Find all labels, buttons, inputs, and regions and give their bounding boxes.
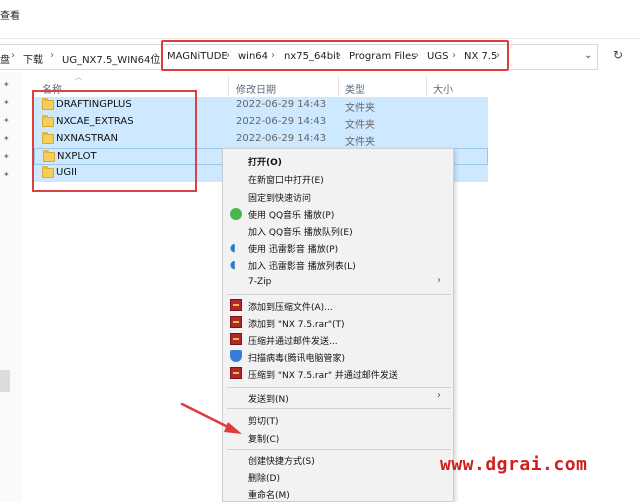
menu-item-send-to[interactable]: 发送到(N): [248, 392, 289, 405]
menu-item-create-shortcut[interactable]: 创建快捷方式(S): [248, 454, 315, 467]
menu-item-pin-quick-access[interactable]: 固定到快速访问: [248, 191, 311, 204]
pin-icon[interactable]: ✦: [3, 116, 10, 125]
address-history-dropdown-icon[interactable]: ⌄: [584, 50, 592, 61]
menu-item-cut[interactable]: 剪切(T): [248, 414, 279, 427]
menu-item-open[interactable]: 打开(O): [248, 155, 282, 168]
file-type: 文件夹: [345, 103, 375, 114]
menu-item-scan-virus[interactable]: 扫描病毒(腾讯电脑管家): [248, 351, 345, 364]
menu-item-qq-queue[interactable]: 加入 QQ音乐 播放队列(E): [248, 225, 353, 238]
watermark: www.dgrai.com: [440, 454, 588, 475]
annotation-path-highlight: [161, 40, 509, 71]
column-divider[interactable]: [426, 76, 427, 96]
pin-icon[interactable]: ✦: [3, 170, 10, 179]
chevron-right-icon: ›: [50, 50, 54, 61]
refresh-icon[interactable]: ↻: [608, 48, 628, 66]
ribbon: [0, 0, 640, 39]
menu-separator: [227, 408, 451, 409]
column-header-modified[interactable]: 修改日期: [236, 81, 276, 96]
chevron-right-icon: ›: [437, 275, 441, 286]
shield-icon: [230, 350, 242, 362]
context-menu: 打开(O) 在新窗口中打开(E) 固定到快速访问 使用 QQ音乐 播放(P) 加…: [222, 148, 454, 502]
chevron-right-icon: ›: [154, 50, 158, 61]
menu-item-delete[interactable]: 删除(D): [248, 471, 280, 484]
file-date: 2022-06-29 14:43: [236, 99, 327, 110]
ribbon-view-tab[interactable]: 查看: [0, 7, 20, 22]
file-date: 2022-06-29 14:43: [236, 133, 327, 144]
breadcrumb-drive[interactable]: 盘: [0, 51, 10, 66]
menu-item-compress-rar-email[interactable]: 压缩到 "NX 7.5.rar" 并通过邮件发送: [248, 368, 398, 381]
column-header-size[interactable]: 大小: [433, 81, 453, 96]
menu-item-add-archive[interactable]: 添加到压缩文件(A)...: [248, 300, 333, 313]
breadcrumb-downloads[interactable]: 下载: [23, 51, 43, 66]
column-header-type[interactable]: 类型: [345, 81, 365, 96]
pin-icon[interactable]: ✦: [3, 152, 10, 161]
rar-icon: [230, 299, 242, 311]
xunlei-icon: ◖: [230, 241, 236, 254]
breadcrumb-ug-folder[interactable]: UG_NX7.5_WIN64位: [62, 51, 160, 66]
pin-icon[interactable]: ✦: [3, 98, 10, 107]
menu-item-compress-email[interactable]: 压缩并通过邮件发送...: [248, 334, 338, 347]
file-type: 文件夹: [345, 137, 375, 148]
qq-music-icon: [230, 208, 242, 220]
rar-icon: [230, 316, 242, 328]
menu-item-qq-play[interactable]: 使用 QQ音乐 播放(P): [248, 208, 334, 221]
chevron-right-icon: ›: [437, 390, 441, 401]
rar-icon: [230, 367, 242, 379]
menu-item-rename[interactable]: 重命名(M): [248, 488, 290, 501]
annotation-files-highlight: [32, 90, 197, 192]
pin-icon[interactable]: ✦: [3, 134, 10, 143]
file-date: 2022-06-29 14:43: [236, 116, 327, 127]
file-type: 文件夹: [345, 120, 375, 131]
navigation-pane: ✦ ✦ ✦ ✦ ✦ ✦: [0, 72, 22, 502]
sort-arrow-icon: ︿: [75, 73, 82, 81]
column-divider[interactable]: [228, 76, 229, 96]
nav-scrollbar-thumb[interactable]: [0, 370, 10, 392]
menu-item-7zip[interactable]: 7-Zip: [248, 277, 271, 287]
menu-separator: [227, 294, 451, 295]
menu-item-add-rar[interactable]: 添加到 "NX 7.5.rar"(T): [248, 317, 345, 330]
annotation-arrow-icon: [180, 402, 242, 434]
xunlei-icon: ◖: [230, 258, 236, 271]
pin-icon[interactable]: ✦: [3, 80, 10, 89]
chevron-right-icon: ›: [11, 50, 15, 61]
menu-item-open-new-window[interactable]: 在新窗口中打开(E): [248, 173, 324, 186]
menu-item-xl-play[interactable]: 使用 迅雷影音 播放(P): [248, 242, 338, 255]
menu-item-copy[interactable]: 复制(C): [248, 432, 279, 445]
column-divider[interactable]: [338, 76, 339, 96]
rar-icon: [230, 333, 242, 345]
menu-item-xl-add[interactable]: 加入 迅雷影音 播放列表(L): [248, 259, 356, 272]
menu-separator: [227, 387, 451, 388]
menu-separator: [227, 449, 451, 450]
